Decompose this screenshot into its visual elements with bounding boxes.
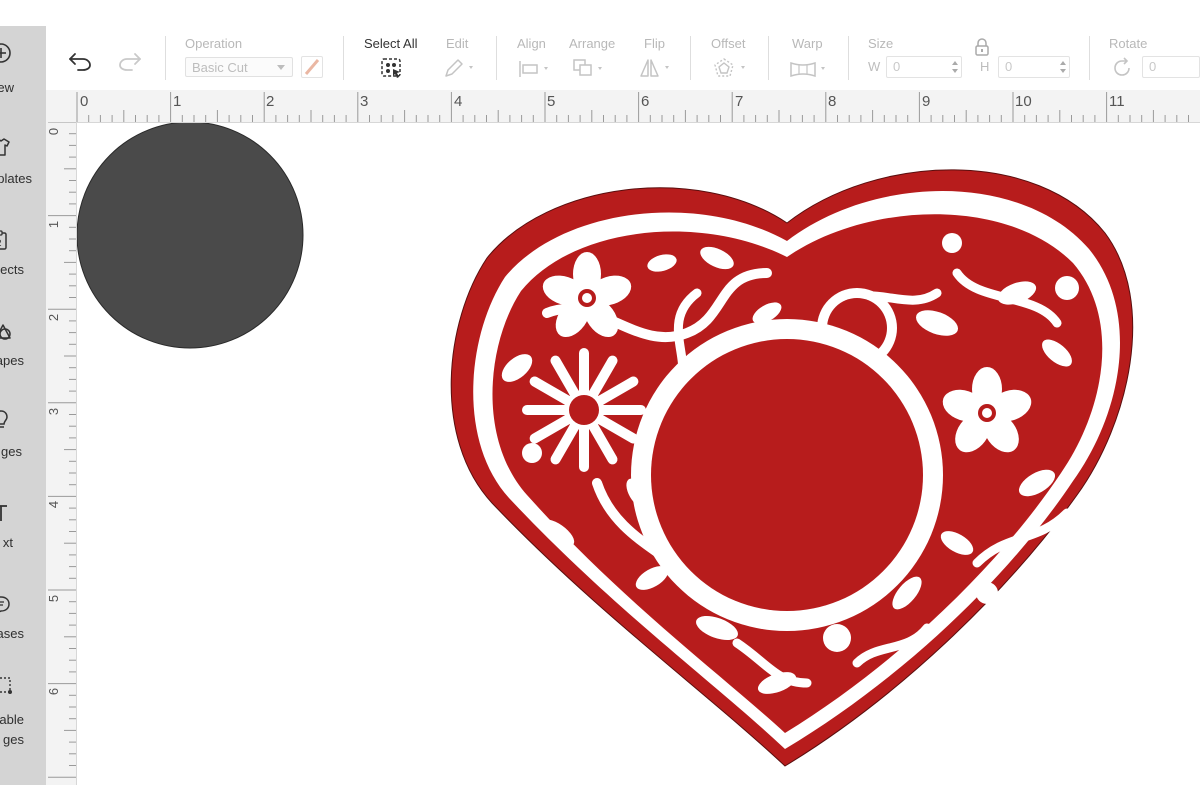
arrange-icon[interactable] (572, 57, 608, 79)
ruler-number: 11 (1109, 93, 1125, 110)
ruler-number: 9 (922, 93, 931, 110)
height-input[interactable]: 0 (998, 56, 1070, 78)
left-item-text[interactable]: xt (0, 498, 46, 568)
operation-label: Operation (185, 36, 243, 51)
ruler-horizontal: 0 1 2 3 4 5 6 7 8 9 10 11 (46, 90, 1200, 123)
width-input[interactable]: 0 (886, 56, 962, 78)
rotate-label: Rotate (1109, 36, 1148, 51)
left-item-projects[interactable]: 2 ects (0, 221, 46, 291)
ruler-number: 10 (1015, 93, 1032, 110)
align-label: Align (517, 36, 546, 51)
warp-label: Warp (792, 36, 823, 51)
shapes-icon (0, 324, 11, 340)
ruler-number: 5 (46, 594, 62, 603)
undo-icon[interactable] (66, 50, 94, 72)
left-item-templates[interactable]: plates (0, 126, 46, 196)
ruler-number: 4 (46, 500, 62, 509)
arrange-label: Arrange (569, 36, 616, 51)
lock-icon[interactable] (974, 38, 990, 56)
svg-text:2: 2 (0, 238, 2, 248)
ruler-number: 6 (641, 93, 650, 110)
left-item-editable-images[interactable]: able ges (0, 672, 46, 762)
toolbar-divider (768, 36, 769, 80)
align-icon[interactable] (518, 59, 554, 79)
dark-circle[interactable] (77, 123, 304, 349)
ruler-vertical: 0 1 2 3 4 5 6 (46, 122, 77, 785)
edit-label: Edit (446, 36, 469, 51)
left-item-label: plates (0, 171, 32, 186)
size-label: Size (868, 36, 894, 51)
toolbar-divider (496, 36, 497, 80)
operation-value: Basic Cut (192, 60, 248, 75)
ruler-number: 2 (46, 313, 62, 322)
flip-label: Flip (644, 36, 665, 51)
left-item-label: xt (2, 535, 13, 550)
ruler-number: 6 (46, 687, 62, 696)
ruler-number: 1 (46, 220, 62, 229)
left-item-label: able ges (0, 712, 24, 747)
select-all-icon[interactable] (380, 57, 404, 79)
design-canvas[interactable] (77, 123, 1200, 785)
ruler-number: 1 (173, 93, 182, 110)
rotate-value: 0 (1149, 59, 1157, 74)
center-circle (651, 339, 923, 611)
toolbar: Operation Basic Cut Select All Edit Alig… (46, 26, 1200, 91)
design-space-app: ew plates 2 ects apes (0, 0, 1200, 785)
linetype-swatch[interactable] (301, 56, 323, 78)
left-item-label: ects (0, 262, 24, 277)
left-item-phrases[interactable]: ases (0, 588, 46, 658)
stepper-icon[interactable] (951, 60, 959, 74)
ruler-number: 3 (46, 407, 62, 416)
left-item-images[interactable]: ges (0, 404, 46, 474)
left-item-shapes[interactable]: apes (0, 314, 46, 384)
text-icon (0, 505, 7, 521)
plus-circle-icon (0, 43, 11, 63)
top-strip (0, 0, 1200, 27)
redo-icon[interactable] (116, 50, 144, 72)
left-item-label: apes (0, 353, 24, 368)
editable-image-icon (0, 677, 12, 694)
offset-icon[interactable] (712, 57, 752, 79)
warp-icon[interactable] (788, 59, 832, 79)
ruler-number: 0 (80, 93, 89, 110)
clipboard-icon: 2 (0, 230, 7, 250)
chat-icon (0, 596, 10, 613)
ruler-number: 3 (360, 93, 369, 110)
ruler-number: 5 (547, 93, 556, 110)
canvas-svg (77, 123, 1134, 767)
shirt-icon (0, 138, 10, 156)
toolbar-divider (343, 36, 344, 80)
left-panel: ew plates 2 ects apes (0, 26, 46, 785)
toolbar-divider (690, 36, 691, 80)
ruler-number: 8 (828, 93, 837, 110)
flip-icon[interactable] (638, 57, 674, 79)
operation-select[interactable]: Basic Cut (185, 57, 293, 77)
rotate-icon[interactable] (1110, 56, 1134, 80)
toolbar-divider (1089, 36, 1090, 80)
left-item-new[interactable]: ew (0, 36, 46, 106)
left-item-label: ases (0, 626, 24, 641)
height-letter: H (980, 59, 990, 74)
pencil-icon[interactable] (442, 57, 478, 79)
toolbar-divider (165, 36, 166, 80)
slash-icon (304, 59, 320, 75)
height-value: 0 (1005, 59, 1013, 74)
left-item-label: ew (0, 80, 14, 95)
floral-heart[interactable] (450, 169, 1134, 767)
select-all-label: Select All (364, 36, 418, 51)
chevron-down-icon (277, 65, 285, 70)
ruler-number: 7 (735, 93, 744, 110)
lightbulb-icon (0, 410, 8, 428)
width-value: 0 (893, 59, 901, 74)
rotate-input[interactable]: 0 (1142, 56, 1200, 78)
ruler-number: 2 (266, 93, 275, 110)
toolbar-divider (848, 36, 849, 80)
width-letter: W (868, 59, 881, 74)
offset-label: Offset (711, 36, 746, 51)
stepper-icon[interactable] (1059, 60, 1067, 74)
ruler-number: 4 (454, 93, 463, 110)
left-item-label: ges (1, 444, 22, 459)
ruler-number: 0 (46, 127, 62, 136)
